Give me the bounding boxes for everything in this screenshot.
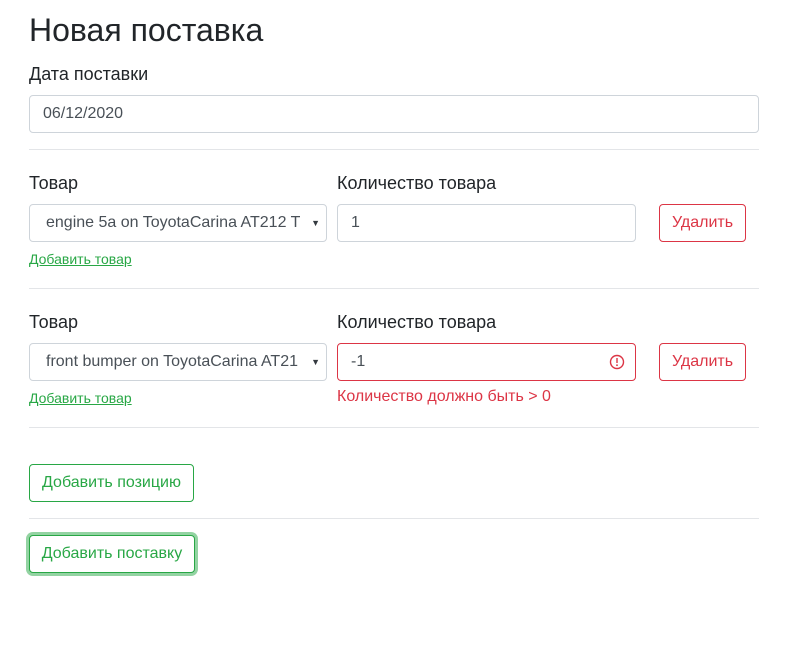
quantity-label: Количество товара	[337, 312, 497, 332]
add-delivery-button[interactable]: Добавить поставку	[29, 535, 195, 573]
delete-button[interactable]: Удалить	[659, 204, 746, 242]
page-title: Новая поставка	[29, 12, 264, 48]
product-select[interactable]: front bumper on ToyotaCarina AT21 ▼	[29, 343, 327, 381]
divider	[29, 427, 759, 428]
quantity-value: -1	[351, 353, 366, 370]
delivery-date-value: 06/12/2020	[43, 105, 124, 122]
product-select-value: front bumper on ToyotaCarina AT21	[46, 353, 298, 370]
product-select-value: engine 5a on ToyotaCarina AT212 T	[46, 214, 300, 231]
add-product-link[interactable]: Добавить товар	[29, 251, 132, 267]
chevron-down-icon: ▼	[311, 357, 320, 367]
quantity-error-message: Количество должно быть > 0	[337, 388, 551, 405]
delivery-date-label: Дата поставки	[29, 64, 149, 84]
divider	[29, 288, 759, 289]
quantity-input[interactable]: 1	[337, 204, 636, 242]
quantity-label: Количество товара	[337, 173, 497, 193]
product-label: Товар	[29, 312, 78, 332]
add-product-link[interactable]: Добавить товар	[29, 390, 132, 406]
product-label: Товар	[29, 173, 78, 193]
error-icon	[609, 354, 625, 370]
divider	[29, 518, 759, 519]
chevron-down-icon: ▼	[311, 218, 320, 228]
add-position-button[interactable]: Добавить позицию	[29, 464, 194, 502]
divider	[29, 149, 759, 150]
quantity-value: 1	[351, 214, 360, 231]
product-select[interactable]: engine 5a on ToyotaCarina AT212 T ▼	[29, 204, 327, 242]
delete-button[interactable]: Удалить	[659, 343, 746, 381]
quantity-input[interactable]: -1	[337, 343, 636, 381]
delivery-date-input[interactable]: 06/12/2020	[29, 95, 759, 133]
